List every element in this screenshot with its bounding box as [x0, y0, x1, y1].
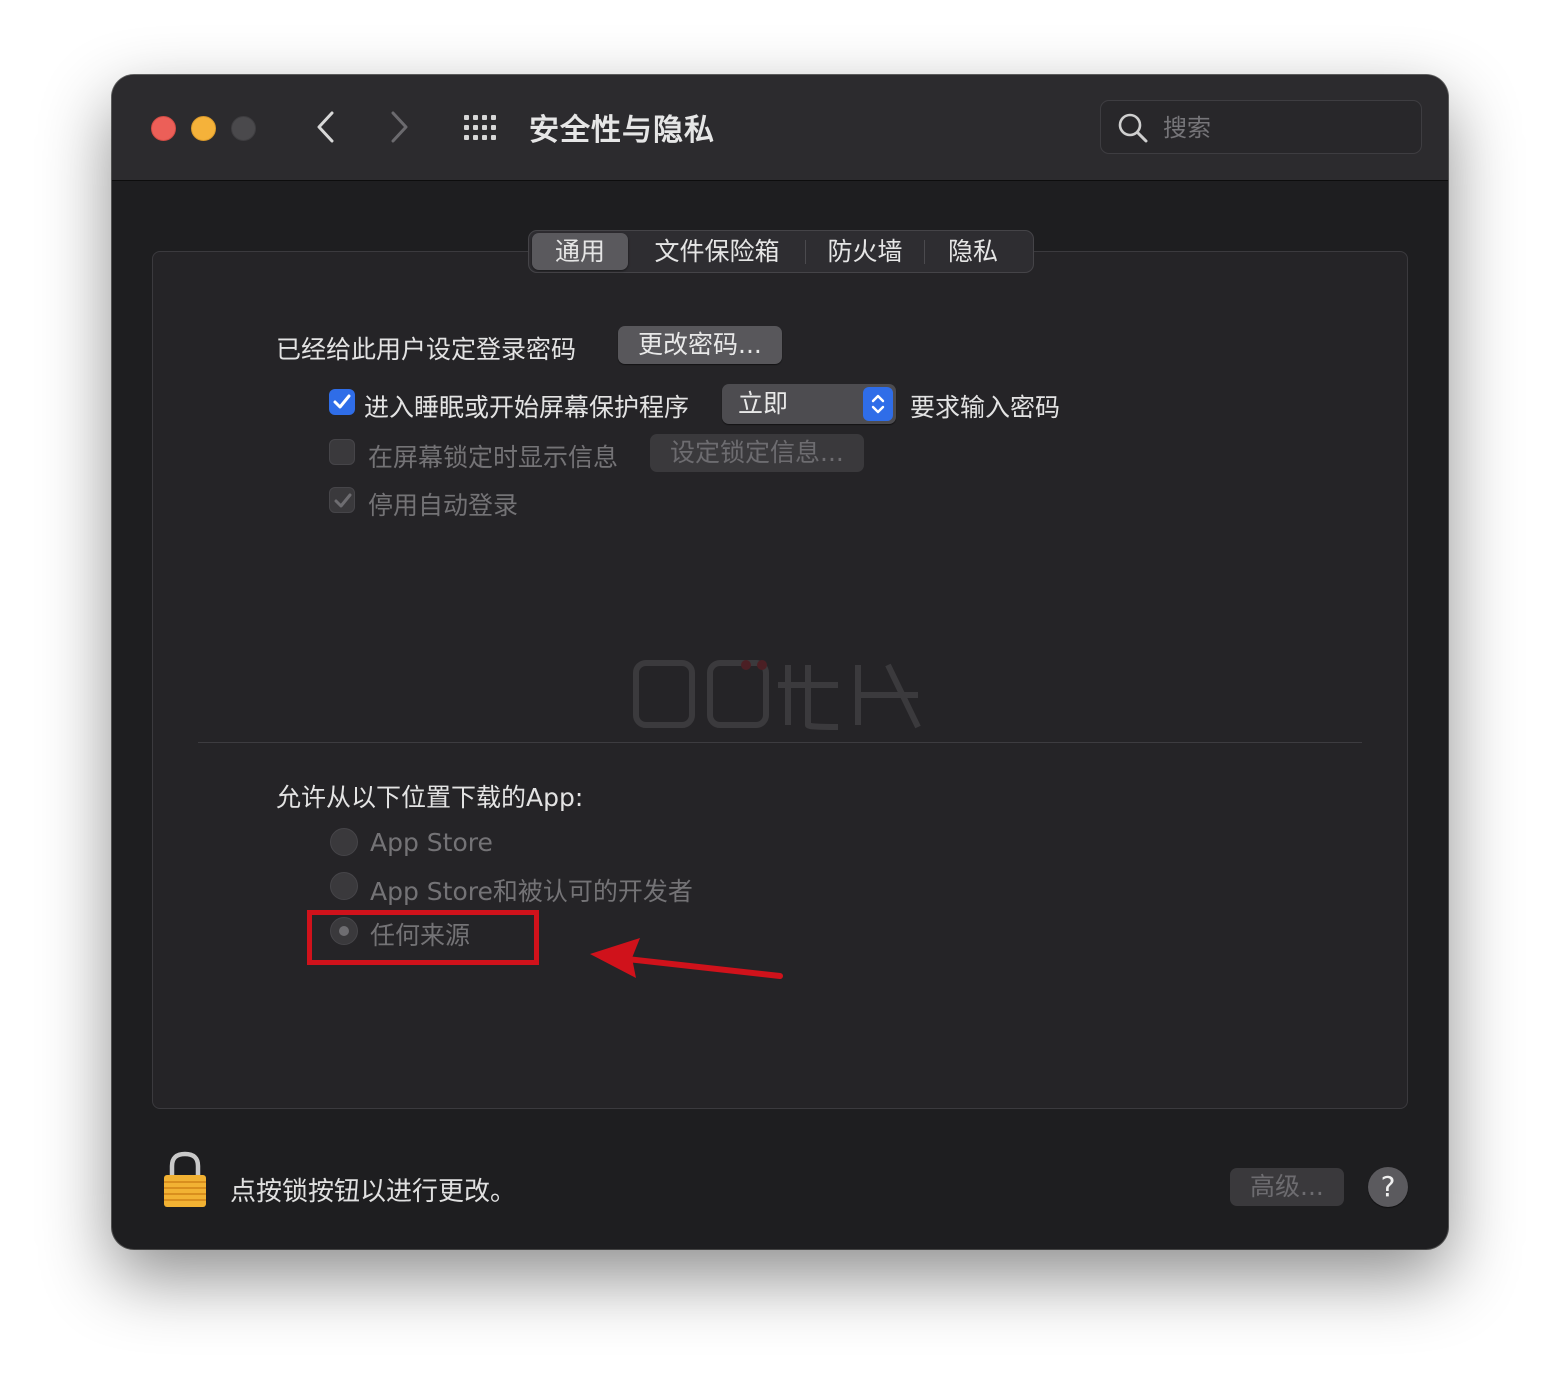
zoom-button[interactable]	[231, 116, 256, 141]
search-input[interactable]	[1161, 109, 1405, 147]
tab-bar: 通用 文件保险箱 防火墙 隐私	[528, 230, 1034, 273]
radio-app-store-identified-label: App Store和被认可的开发者	[370, 877, 693, 906]
password-set-label: 已经给此用户设定登录密码	[276, 335, 577, 364]
show-message-checkbox[interactable]	[329, 439, 355, 465]
require-password-suffix: 要求输入密码	[910, 393, 1061, 422]
lock-hint-text: 点按锁按钮以进行更改。	[230, 1177, 517, 1207]
change-password-button[interactable]: 更改密码...	[618, 326, 782, 364]
show-all-grid-icon[interactable]	[462, 113, 502, 143]
show-message-label: 在屏幕锁定时显示信息	[368, 443, 619, 472]
search-icon	[1118, 113, 1148, 143]
require-password-checkbox[interactable]	[329, 389, 355, 415]
watermark-logo	[633, 660, 921, 730]
chevron-right-icon[interactable]	[385, 109, 413, 145]
radio-app-store-identified[interactable]	[330, 872, 358, 900]
checkmark-icon	[334, 493, 352, 508]
tab-privacy[interactable]: 隐私	[925, 233, 1021, 270]
chevron-up-down-icon	[871, 394, 885, 414]
section-divider	[198, 742, 1362, 743]
tab-filevault[interactable]: 文件保险箱	[629, 233, 805, 270]
help-button[interactable]: ?	[1368, 1167, 1408, 1207]
radio-app-store-label: App Store	[370, 828, 493, 857]
annotation-arrow-icon	[590, 938, 783, 979]
annotation-highlight-box	[307, 910, 539, 965]
advanced-button[interactable]: 高级...	[1230, 1168, 1344, 1206]
lock-icon[interactable]	[162, 1151, 208, 1209]
disable-autologin-checkbox[interactable]	[329, 487, 355, 513]
close-button[interactable]	[151, 116, 176, 141]
search-field[interactable]	[1100, 100, 1422, 154]
tab-firewall[interactable]: 防火墙	[806, 233, 924, 270]
password-delay-value: 立即	[738, 389, 789, 418]
set-lock-message-button[interactable]: 设定锁定信息...	[650, 434, 864, 472]
downloads-heading: 允许从以下位置下载的App:	[276, 783, 584, 812]
chevron-left-icon[interactable]	[312, 109, 340, 145]
select-arrows	[863, 387, 893, 421]
minimize-button[interactable]	[191, 116, 216, 141]
preferences-window: 安全性与隐私 通用 文件保险箱 防火墙 隐私 已经给此用户设定登录密码 更改密码…	[112, 75, 1448, 1249]
tab-general[interactable]: 通用	[532, 233, 628, 270]
checkmark-icon	[333, 394, 351, 409]
require-password-label: 进入睡眠或开始屏幕保护程序	[364, 393, 690, 422]
window-title: 安全性与隐私	[529, 113, 715, 148]
titlebar: 安全性与隐私	[112, 75, 1448, 181]
disable-autologin-label: 停用自动登录	[368, 491, 519, 520]
password-delay-select[interactable]: 立即	[722, 384, 896, 424]
radio-app-store[interactable]	[330, 828, 358, 856]
